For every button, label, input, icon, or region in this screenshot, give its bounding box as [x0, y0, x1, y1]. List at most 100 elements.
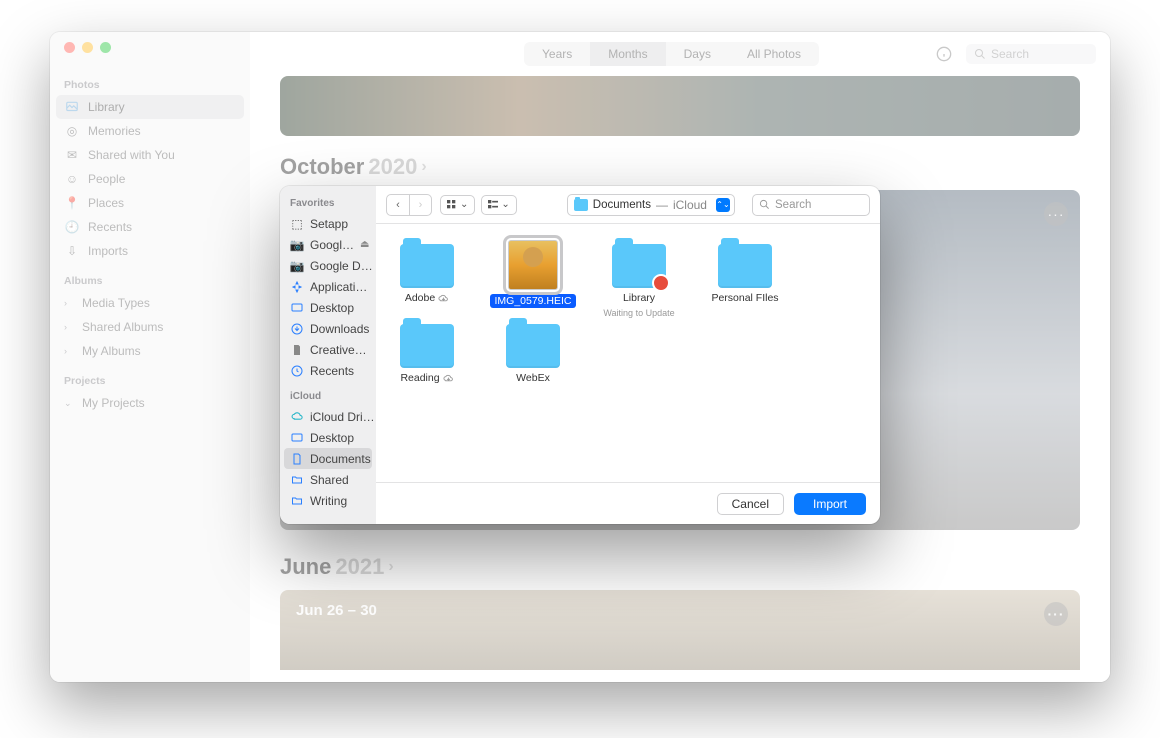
- sidebar-item-media-types[interactable]: › Media Types: [50, 291, 250, 315]
- file-name-selected: IMG_0579.HEIC: [490, 294, 575, 308]
- sidebar-item-label: Memories: [88, 124, 141, 138]
- path-folder-name: Documents: [593, 199, 651, 211]
- month-card[interactable]: Jun 26 – 30 ···: [280, 590, 1080, 670]
- import-button[interactable]: Import: [794, 493, 866, 515]
- sidebar-item-label: People: [88, 172, 125, 186]
- close-window-button[interactable]: [64, 42, 75, 53]
- finder-search[interactable]: Search: [752, 194, 870, 216]
- segment-days[interactable]: Days: [666, 42, 729, 66]
- sidebar-item-label: Media Types: [82, 296, 150, 310]
- back-button[interactable]: ‹: [387, 195, 409, 215]
- view-segment-control: Years Months Days All Photos: [524, 42, 819, 66]
- path-dropdown-icon: ⌃⌄: [716, 198, 730, 212]
- recents-icon: 🕘: [64, 219, 80, 235]
- sidebar-item-imports[interactable]: ⇩ Imports: [50, 239, 250, 263]
- sidebar-item-recents[interactable]: 🕘 Recents: [50, 215, 250, 239]
- finder-item-creative[interactable]: Creative…: [280, 339, 376, 360]
- finder-item-writing[interactable]: Writing: [280, 490, 376, 511]
- path-location: iCloud: [673, 198, 707, 212]
- month-caption: Jun 26 – 30: [296, 602, 377, 619]
- finder-section-header: iCloud: [280, 387, 376, 406]
- folder-adobe[interactable]: Adobe: [386, 238, 468, 318]
- file-img-0579[interactable]: IMG_0579.HEIC: [492, 238, 574, 318]
- icon-view-button[interactable]: ⌄: [440, 195, 475, 215]
- finder-item-icloud-drive[interactable]: iCloud Dri…: [280, 406, 376, 427]
- segment-years[interactable]: Years: [524, 42, 590, 66]
- recents-icon: [290, 364, 304, 378]
- sidebar-section-header: Photos: [50, 75, 250, 95]
- sidebar-item-my-projects[interactable]: ⌄ My Projects: [50, 391, 250, 415]
- finder-item-applications[interactable]: Applicati…: [280, 276, 376, 297]
- eject-icon[interactable]: ⏏: [360, 239, 369, 250]
- finder-item-google[interactable]: 📷Googl…⏏: [280, 234, 376, 255]
- finder-item-google-drive[interactable]: 📷Google D…: [280, 255, 376, 276]
- folder-reading[interactable]: Reading: [386, 318, 468, 384]
- sidebar-item-label: Shared with You: [88, 148, 175, 162]
- group-view-button[interactable]: ⌄: [481, 195, 516, 215]
- folder-webex[interactable]: WebEx: [492, 318, 574, 384]
- sidebar-item-label: My Albums: [82, 344, 141, 358]
- folder-library[interactable]: Library Waiting to Update: [598, 238, 680, 318]
- search-icon: [974, 48, 986, 60]
- sidebar-item-label: My Projects: [82, 396, 145, 410]
- finder-item-setapp[interactable]: ⬚Setapp: [280, 213, 376, 234]
- doc-icon: [290, 452, 304, 466]
- folder-icon: [574, 199, 588, 211]
- month-name: October: [280, 154, 364, 180]
- month-header[interactable]: June 2021 ›: [250, 550, 1110, 590]
- month-name: June: [280, 554, 331, 580]
- toolbar-search[interactable]: Search: [966, 44, 1096, 64]
- forward-button[interactable]: ›: [409, 195, 431, 215]
- chevron-down-icon: ⌄: [501, 199, 509, 210]
- info-icon[interactable]: [932, 42, 956, 66]
- segment-all-photos[interactable]: All Photos: [729, 42, 819, 66]
- chevron-right-icon: ›: [64, 346, 74, 356]
- icloud-icon: [290, 410, 304, 424]
- finder-item-recents[interactable]: Recents: [280, 360, 376, 381]
- sidebar-item-people[interactable]: ☺ People: [50, 167, 250, 191]
- fullscreen-window-button[interactable]: [100, 42, 111, 53]
- places-icon: 📍: [64, 195, 80, 211]
- sidebar-item-label: Places: [88, 196, 124, 210]
- segment-months[interactable]: Months: [590, 42, 665, 66]
- sidebar-item-places[interactable]: 📍 Places: [50, 191, 250, 215]
- chevron-right-icon: ›: [421, 158, 426, 176]
- cloud-download-icon: [438, 293, 449, 304]
- sidebar-item-library[interactable]: Library: [56, 95, 244, 119]
- camera-icon: 📷: [290, 238, 304, 252]
- chevron-down-icon: ⌄: [64, 398, 74, 409]
- folder-icon: [290, 494, 304, 508]
- finder-section-header: Favorites: [280, 194, 376, 213]
- finder-item-desktop[interactable]: Desktop: [280, 297, 376, 318]
- sidebar-item-shared-with-you[interactable]: ✉ Shared with You: [50, 143, 250, 167]
- doc-icon: [290, 343, 304, 357]
- sidebar-item-memories[interactable]: ◎ Memories: [50, 119, 250, 143]
- sidebar-item-label: Recents: [88, 220, 132, 234]
- finder-item-documents[interactable]: Documents: [284, 448, 372, 469]
- shared-icon: ✉: [64, 147, 80, 163]
- cloud-download-icon: [443, 373, 454, 384]
- path-popup[interactable]: Documents — iCloud ⌃⌄: [567, 194, 735, 216]
- finder-item-shared[interactable]: Shared: [280, 469, 376, 490]
- folder-icon: [612, 244, 666, 288]
- search-placeholder: Search: [775, 199, 811, 211]
- folder-personal-files[interactable]: Personal FIles: [704, 238, 786, 318]
- folder-icon: [400, 244, 454, 288]
- finder-sidebar: Favorites ⬚Setapp 📷Googl…⏏ 📷Google D… Ap…: [280, 186, 376, 524]
- more-options-button[interactable]: ···: [1044, 202, 1068, 226]
- more-options-button[interactable]: ···: [1044, 602, 1068, 626]
- folder-icon: [718, 244, 772, 288]
- finder-item-desktop-icloud[interactable]: Desktop: [280, 427, 376, 448]
- sidebar-section-header: Albums: [50, 271, 250, 291]
- finder-file-grid: Adobe IMG_0579.HEIC Library Waiting to U…: [376, 224, 880, 482]
- month-header[interactable]: October 2020 ›: [250, 150, 1110, 190]
- minimize-window-button[interactable]: [82, 42, 93, 53]
- sidebar-item-shared-albums[interactable]: › Shared Albums: [50, 315, 250, 339]
- toolbar: Years Months Days All Photos Search: [250, 32, 1110, 76]
- image-thumbnail: [508, 240, 558, 290]
- sidebar-item-my-albums[interactable]: › My Albums: [50, 339, 250, 363]
- month-preview-image[interactable]: [280, 76, 1080, 136]
- finder-item-downloads[interactable]: Downloads: [280, 318, 376, 339]
- chevron-right-icon: ›: [388, 558, 393, 576]
- cancel-button[interactable]: Cancel: [717, 493, 784, 515]
